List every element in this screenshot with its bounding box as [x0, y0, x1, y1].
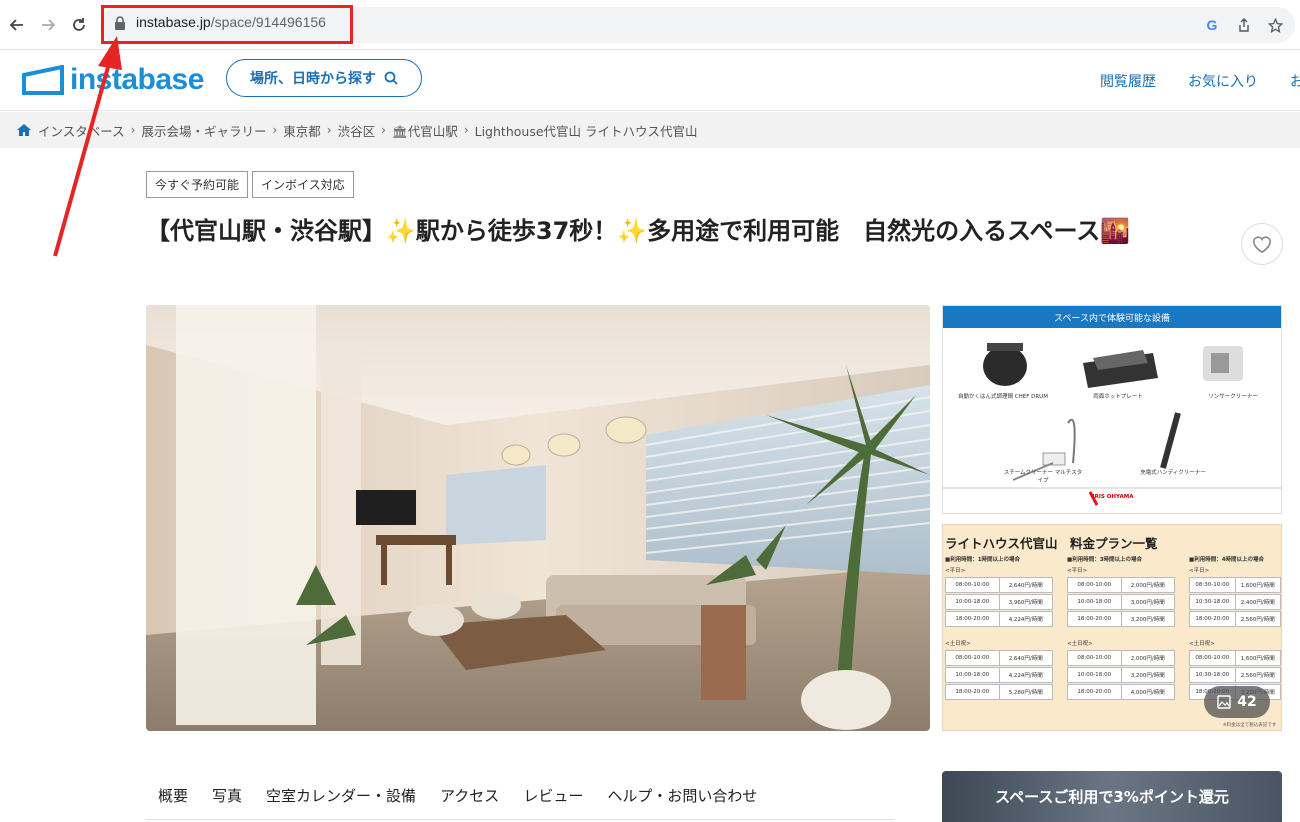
tab-help-contact[interactable]: ヘルプ・お問い合わせ: [595, 785, 769, 806]
breadcrumb-current: Lighthouse代官山 ライトハウス代官山: [474, 123, 698, 139]
site-header: instabase 場所、日時から探す 閲覧履歴 お気に入り お: [0, 51, 1300, 111]
equipment-image[interactable]: スペース内で体験可能な設備 自動かくはん式調理鍋 CHEF DRUM 両面ホット…: [942, 305, 1282, 514]
browser-toolbar: instabase.jp/space/914496156 G: [0, 0, 1300, 50]
more-link[interactable]: お: [1290, 71, 1300, 91]
breadcrumb: インスタベース › 展示会場・ギャラリー › 東京都 › 渋谷区 › 🏛代官山駅…: [0, 112, 1300, 148]
tab-access[interactable]: アクセス: [428, 785, 511, 806]
appliance-label: 両面ホットプレート: [1093, 394, 1143, 400]
price-plan-title: ライトハウス代官山 料金プラン一覧: [945, 536, 1158, 551]
price-column: ■利用時間：1時間以上の場合 <平日> 08:00-10:00 2,640円/時間…: [945, 555, 1053, 701]
forward-icon[interactable]: [37, 14, 59, 36]
appliance-label: スチームクリーナー マルチスタイプ: [1003, 470, 1083, 484]
breadcrumb-item[interactable]: 🏛代官山駅: [392, 121, 458, 140]
brand-logo: IRIS OHYAMA: [1092, 494, 1134, 500]
appliance-label: 充電式ハンディクリーナー: [1140, 470, 1206, 476]
page-title: 【代官山駅・渋谷駅】✨駅から徒歩37秒！✨多用途で利用可能 自然光の入るスペース…: [146, 217, 1131, 245]
points-promo-banner[interactable]: スペースご利用で3%ポイント還元: [942, 771, 1282, 822]
tab-photos[interactable]: 写真: [200, 785, 254, 806]
breadcrumb-item[interactable]: インスタベース: [38, 121, 125, 140]
instabase-logo[interactable]: instabase: [22, 63, 204, 97]
search-icon: [384, 71, 398, 85]
chevron-right-icon: ›: [326, 123, 332, 137]
tab-overview[interactable]: 概要: [146, 785, 200, 806]
bookmark-star-icon[interactable]: [1266, 16, 1284, 34]
breadcrumb-item[interactable]: 展示会場・ギャラリー: [141, 121, 266, 140]
tab-calendar-equipment[interactable]: 空室カレンダー・設備: [254, 785, 428, 806]
price-column: ■利用時間：4時間以上の場合 <平日> 08:30-10:00 1,600円/時間…: [1189, 555, 1281, 701]
appliance-label: 自動かくはん式調理鍋 CHEF DRUM: [958, 394, 1048, 400]
chevron-right-icon: ›: [463, 123, 469, 137]
room-photo: [146, 305, 930, 731]
logo-mark-icon: [22, 65, 64, 95]
favorite-button[interactable]: [1241, 223, 1283, 265]
breadcrumb-item[interactable]: 渋谷区: [338, 121, 376, 140]
favorites-link[interactable]: お気に入り: [1188, 71, 1258, 91]
chevron-right-icon: ›: [130, 123, 136, 137]
tab-reviews[interactable]: レビュー: [511, 785, 595, 806]
google-icon[interactable]: G: [1203, 16, 1221, 34]
search-button[interactable]: 場所、日時から探す: [226, 59, 422, 97]
tag-instant-booking: 今すぐ予約可能: [146, 171, 249, 198]
equipment-heading: スペース内で体験可能な設備: [943, 306, 1281, 328]
price-column: ■利用時間：3時間以上の場合 <平日> 08:00-10:00 2,000円/時間…: [1067, 555, 1175, 701]
breadcrumb-item[interactable]: 東京都: [283, 121, 321, 140]
price-footnote: ※料金は全て税込表記です: [1223, 723, 1277, 728]
history-link[interactable]: 閲覧履歴: [1100, 71, 1156, 91]
appliances-illustration: [943, 343, 1281, 506]
url-highlight-box: [101, 5, 353, 44]
back-icon[interactable]: [6, 14, 28, 36]
section-tabs: 概要 写真 空室カレンダー・設備 アクセス レビュー ヘルプ・お問い合わせ: [146, 772, 894, 820]
chevron-right-icon: ›: [381, 123, 386, 137]
heart-icon: [1253, 236, 1271, 254]
chevron-right-icon: ›: [272, 123, 278, 137]
main-space-photo[interactable]: [146, 305, 930, 731]
home-icon[interactable]: [16, 123, 32, 137]
share-icon[interactable]: [1235, 16, 1253, 34]
tag-invoice: インボイス対応: [252, 171, 354, 198]
reload-icon[interactable]: [68, 14, 90, 36]
photo-count-button[interactable]: 42: [1204, 686, 1270, 718]
appliance-label: リンサークリーナー: [1208, 394, 1258, 400]
image-icon: [1217, 695, 1231, 709]
